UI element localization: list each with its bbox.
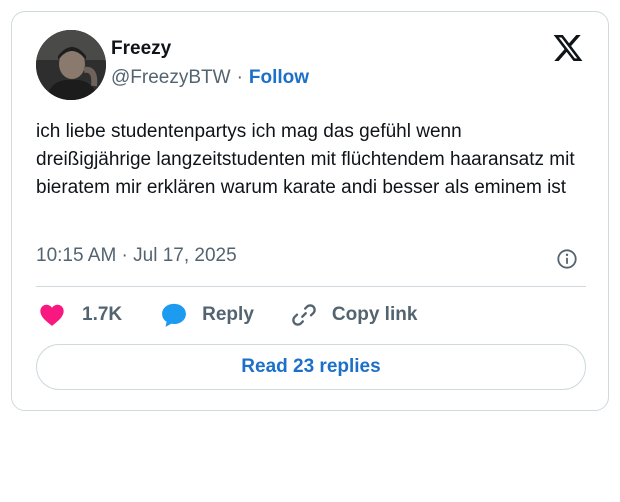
avatar-image bbox=[36, 30, 106, 100]
author-handle[interactable]: @FreezyBTW bbox=[111, 67, 231, 88]
separator: · bbox=[236, 67, 243, 88]
reply-button[interactable]: Reply bbox=[160, 301, 254, 329]
reply-bubble-icon bbox=[162, 303, 187, 327]
copy-link-button[interactable]: Copy link bbox=[290, 301, 418, 329]
tweet-card: Freezy @FreezyBTW · Follow ich liebe stude… bbox=[11, 11, 609, 411]
tweet-text: ich liebe studentenpartys ich mag das ge… bbox=[36, 121, 575, 198]
reply-label: Reply bbox=[202, 304, 254, 325]
avatar[interactable] bbox=[36, 30, 106, 100]
author-handle-line: @FreezyBTW · Follow bbox=[111, 67, 309, 89]
like-count: 1.7K bbox=[82, 304, 123, 325]
read-replies-button[interactable]: Read 23 replies bbox=[36, 344, 586, 390]
link-icon bbox=[292, 304, 316, 326]
like-button[interactable]: 1.7K bbox=[38, 301, 122, 329]
info-icon[interactable] bbox=[556, 248, 578, 270]
timestamp[interactable]: 10:15 AM · Jul 17, 2025 bbox=[36, 245, 237, 267]
action-bar: 1.7K Reply Copy link bbox=[38, 300, 417, 330]
x-logo-icon[interactable] bbox=[552, 32, 584, 64]
author-name[interactable]: Freezy bbox=[111, 38, 171, 60]
divider bbox=[36, 286, 586, 287]
follow-button[interactable]: Follow bbox=[249, 67, 309, 88]
copy-link-label: Copy link bbox=[331, 304, 418, 325]
heart-icon bbox=[40, 304, 64, 326]
